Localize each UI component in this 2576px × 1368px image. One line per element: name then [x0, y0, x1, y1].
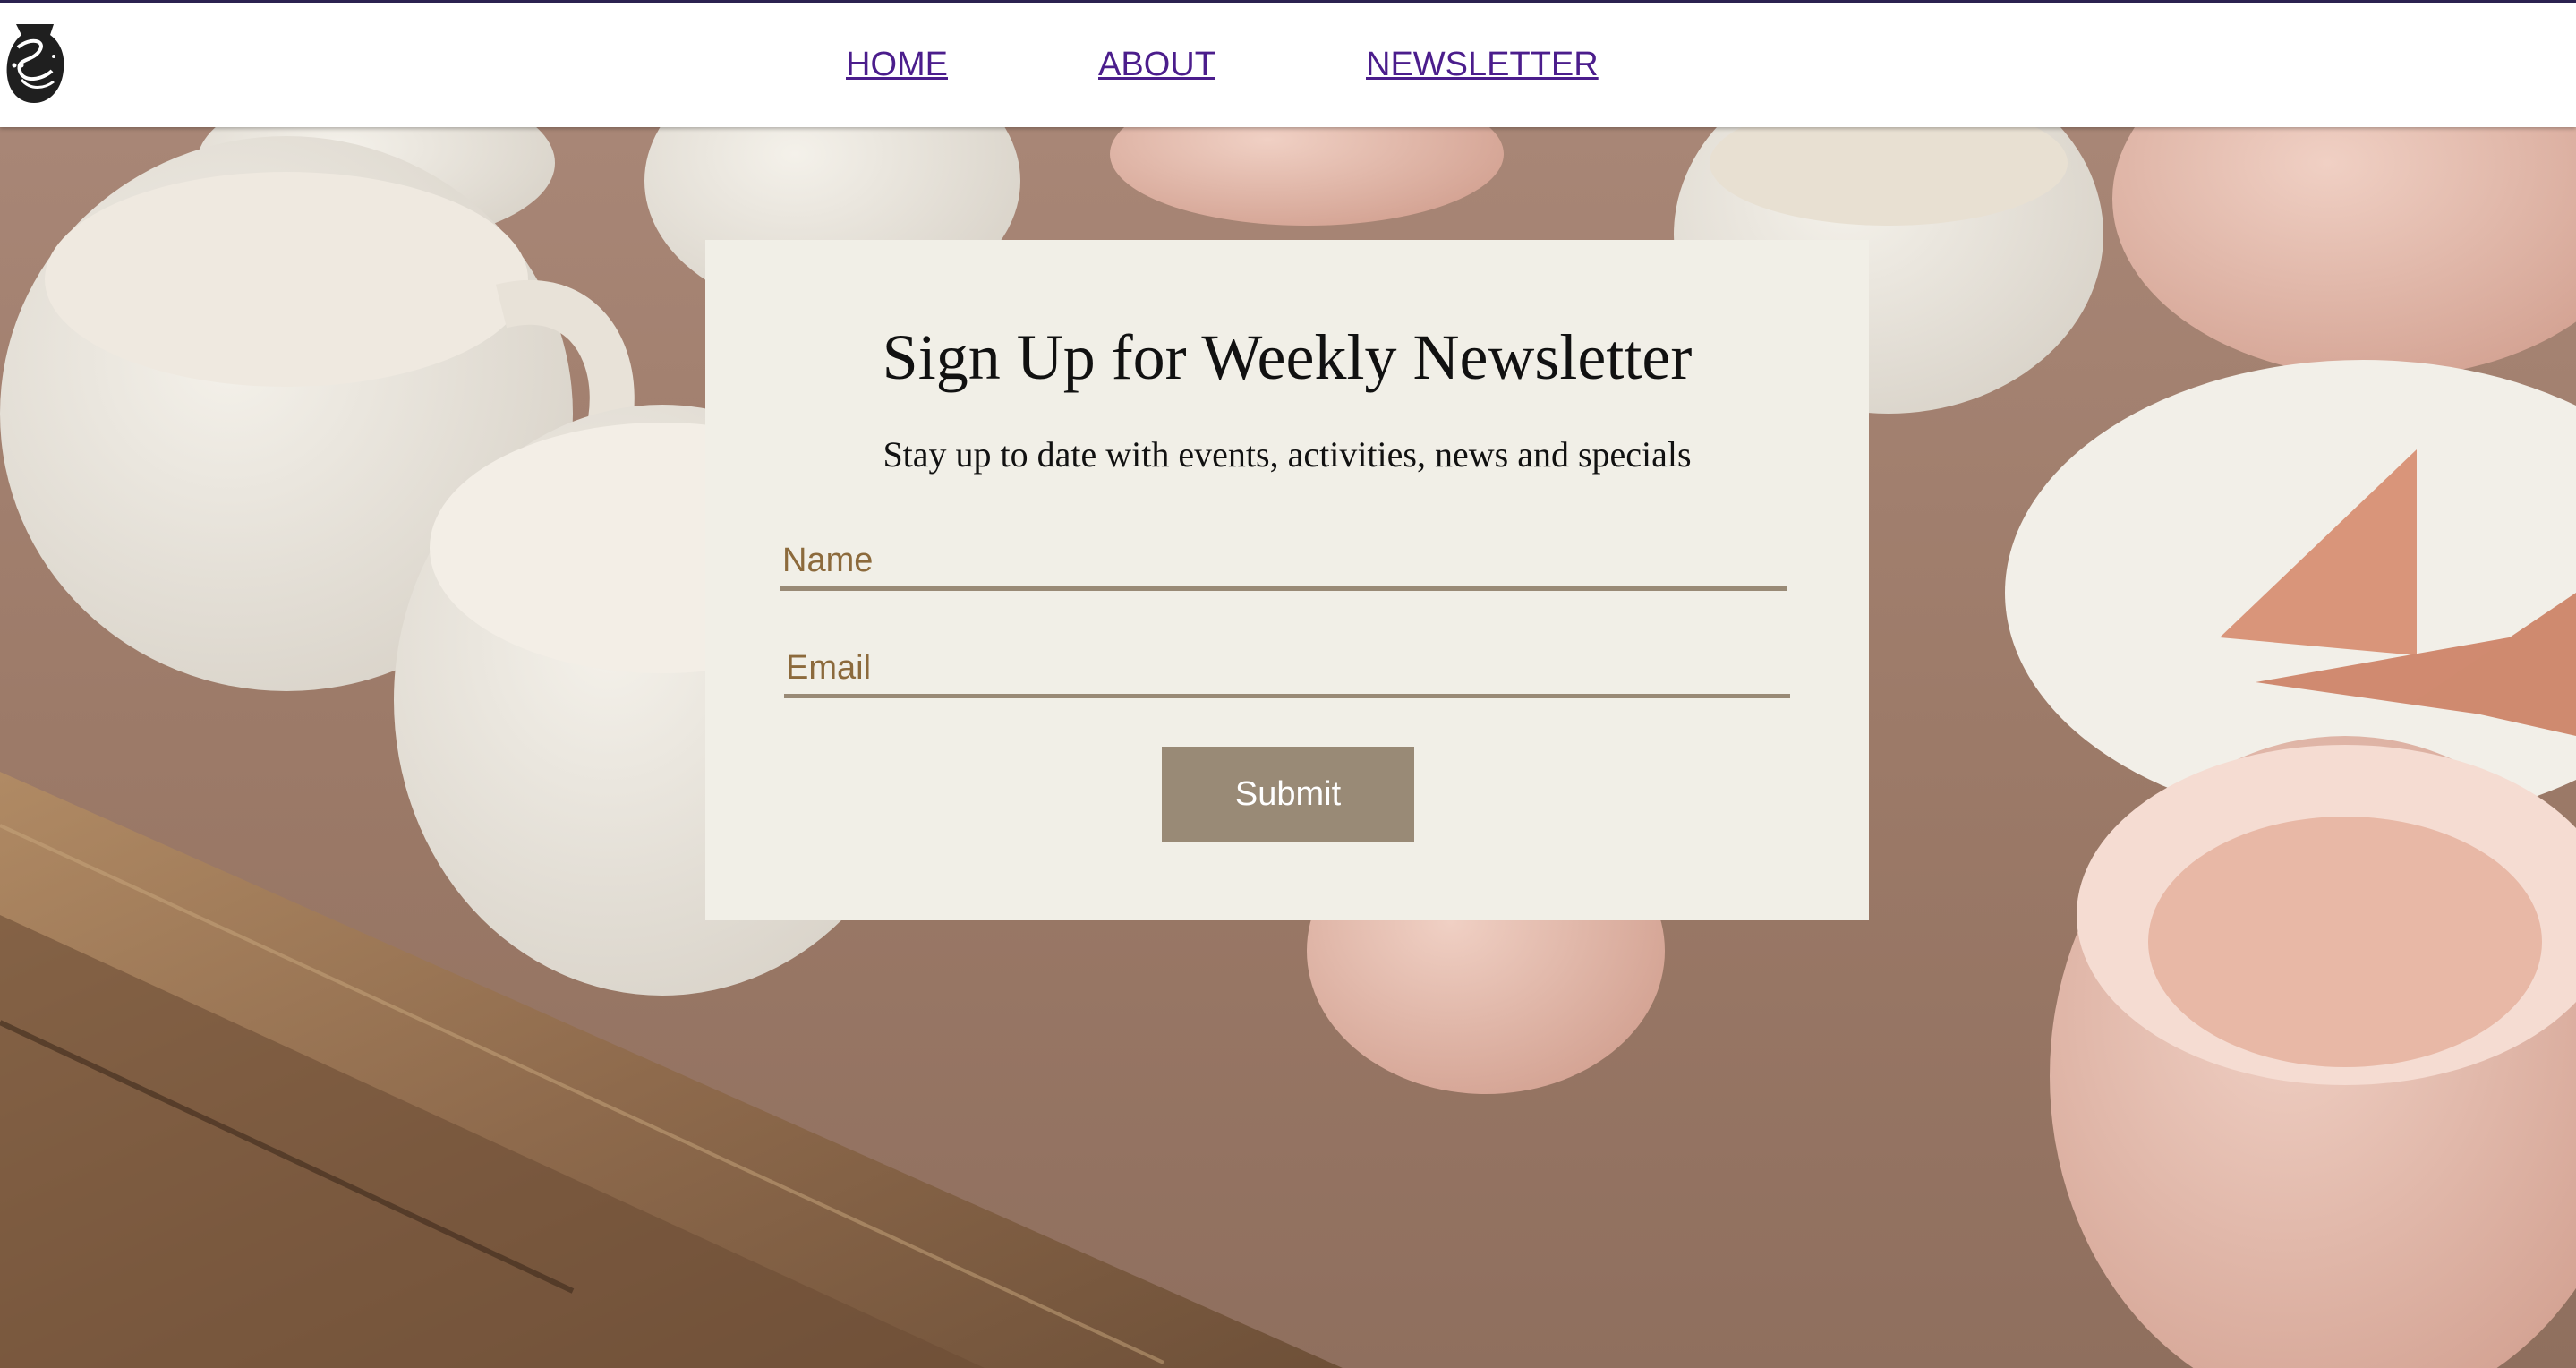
email-input[interactable]	[784, 643, 1790, 698]
pottery-vase-logo-icon[interactable]	[4, 21, 68, 105]
site-header: HOME ABOUT NEWSLETTER	[0, 0, 2576, 127]
signup-subtitle: Stay up to date with events, activities,…	[883, 434, 1692, 475]
submit-button[interactable]: Submit	[1162, 747, 1414, 842]
name-input[interactable]	[780, 535, 1787, 591]
signup-title: Sign Up for Weekly Newsletter	[882, 321, 1693, 393]
nav-about-link[interactable]: ABOUT	[1098, 46, 1215, 84]
nav-home-link[interactable]: HOME	[846, 46, 948, 84]
newsletter-signup-card: Sign Up for Weekly Newsletter Stay up to…	[705, 240, 1869, 920]
nav-newsletter-link[interactable]: NEWSLETTER	[1366, 46, 1599, 84]
